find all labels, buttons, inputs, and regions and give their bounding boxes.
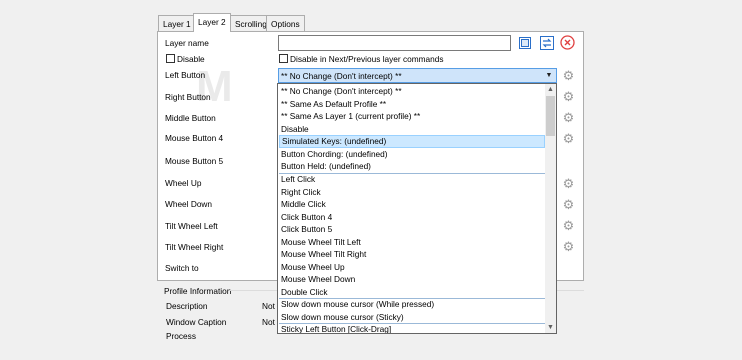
- dropdown-item[interactable]: Button Chording: (undefined): [279, 148, 545, 161]
- disable-checkbox[interactable]: [166, 54, 175, 63]
- dropdown-item[interactable]: Click Button 4: [279, 211, 545, 224]
- dropdown-item-highlighted[interactable]: Simulated Keys: (undefined): [279, 135, 545, 148]
- row-label-middle-button: Middle Button: [165, 113, 216, 123]
- tab-label: Options: [271, 19, 300, 29]
- dropdown-item[interactable]: Slow down mouse cursor (Sticky): [279, 311, 545, 324]
- layer-name-input[interactable]: [278, 35, 511, 51]
- gear-icon[interactable]: ⚙: [561, 176, 576, 191]
- tab-label: Scrolling: [235, 19, 267, 29]
- dropdown-item[interactable]: Middle Click: [279, 198, 545, 211]
- window-caption-label: Window Caption: [166, 317, 227, 327]
- dropdown-item[interactable]: Left Click: [279, 173, 545, 186]
- action-dropdown-list[interactable]: ** No Change (Don't intercept) ** ** Sam…: [277, 83, 557, 334]
- gear-icon[interactable]: ⚙: [561, 68, 576, 83]
- row-label-tilt-wheel-left: Tilt Wheel Left: [165, 221, 218, 231]
- row-label-right-button: Right Button: [165, 92, 211, 102]
- dropdown-item[interactable]: Slow down mouse cursor (While pressed): [279, 298, 545, 311]
- dropdown-item[interactable]: Mouse Wheel Down: [279, 273, 545, 286]
- dropdown-item[interactable]: Mouse Wheel Up: [279, 261, 545, 274]
- gear-icon[interactable]: ⚙: [561, 239, 576, 254]
- row-label-wheel-down: Wheel Down: [165, 199, 213, 209]
- dropdown-item[interactable]: Sticky Left Button [Click-Drag]: [279, 323, 545, 333]
- gear-icon[interactable]: ⚙: [561, 89, 576, 104]
- description-label: Description: [166, 301, 208, 311]
- tab-options[interactable]: Options: [266, 15, 305, 32]
- row-label-wheel-up: Wheel Up: [165, 178, 202, 188]
- dropdown-scrollbar[interactable]: ▲ ▼: [545, 84, 556, 333]
- clear-icon: [560, 35, 575, 50]
- dropdown-item[interactable]: Right Click: [279, 186, 545, 199]
- dropdown-item[interactable]: Mouse Wheel Tilt Left: [279, 236, 545, 249]
- dropdown-item[interactable]: ** No Change (Don't intercept) **: [279, 85, 545, 98]
- dropdown-item[interactable]: Disable: [279, 123, 545, 136]
- left-button-action-select[interactable]: ** No Change (Don't intercept) ** ▼: [278, 68, 557, 83]
- chevron-down-icon[interactable]: ▼: [542, 69, 556, 82]
- tab-label: Layer 2: [198, 17, 226, 27]
- row-label-mouse-button-4: Mouse Button 4: [165, 133, 224, 143]
- tab-layer-1[interactable]: Layer 1: [158, 15, 196, 32]
- gear-icon[interactable]: ⚙: [561, 197, 576, 212]
- scroll-down-icon[interactable]: ▼: [545, 322, 556, 333]
- dropdown-item[interactable]: Mouse Wheel Tilt Right: [279, 248, 545, 261]
- tab-label: Layer 1: [163, 19, 191, 29]
- dropdown-item[interactable]: Click Button 5: [279, 223, 545, 236]
- row-label-switch-to: Switch to: [165, 263, 199, 273]
- profile-info-heading: Profile Information: [164, 286, 232, 296]
- dropdown-item[interactable]: Button Held: (undefined): [279, 160, 545, 173]
- tab-layer-2[interactable]: Layer 2: [193, 13, 231, 32]
- clear-button[interactable]: [559, 34, 576, 51]
- row-label-tilt-wheel-right: Tilt Wheel Right: [165, 242, 224, 252]
- row-label-left-button: Left Button: [165, 70, 206, 80]
- gear-icon[interactable]: ⚙: [561, 218, 576, 233]
- scrollbar-thumb[interactable]: [546, 96, 555, 136]
- disable-next-prev-checkbox[interactable]: [279, 54, 288, 63]
- row-label-mouse-button-5: Mouse Button 5: [165, 156, 224, 166]
- disable-label: Disable: [177, 54, 205, 64]
- swap-icon: [539, 35, 554, 50]
- copy-button[interactable]: [516, 34, 533, 51]
- dropdown-item[interactable]: Double Click: [279, 286, 545, 299]
- dropdown-item[interactable]: ** Same As Default Profile **: [279, 98, 545, 111]
- gear-icon[interactable]: ⚙: [561, 131, 576, 146]
- gear-icon[interactable]: ⚙: [561, 110, 576, 125]
- scroll-up-icon[interactable]: ▲: [545, 84, 556, 95]
- process-label: Process: [166, 331, 196, 341]
- layer-name-label: Layer name: [165, 38, 209, 48]
- copy-icon: [518, 36, 531, 49]
- combo-selected-value: ** No Change (Don't intercept) **: [281, 71, 402, 81]
- disable-next-prev-label: Disable in Next/Previous layer commands: [290, 54, 444, 64]
- swap-button[interactable]: [538, 34, 555, 51]
- dropdown-item[interactable]: ** Same As Layer 1 (current profile) **: [279, 110, 545, 123]
